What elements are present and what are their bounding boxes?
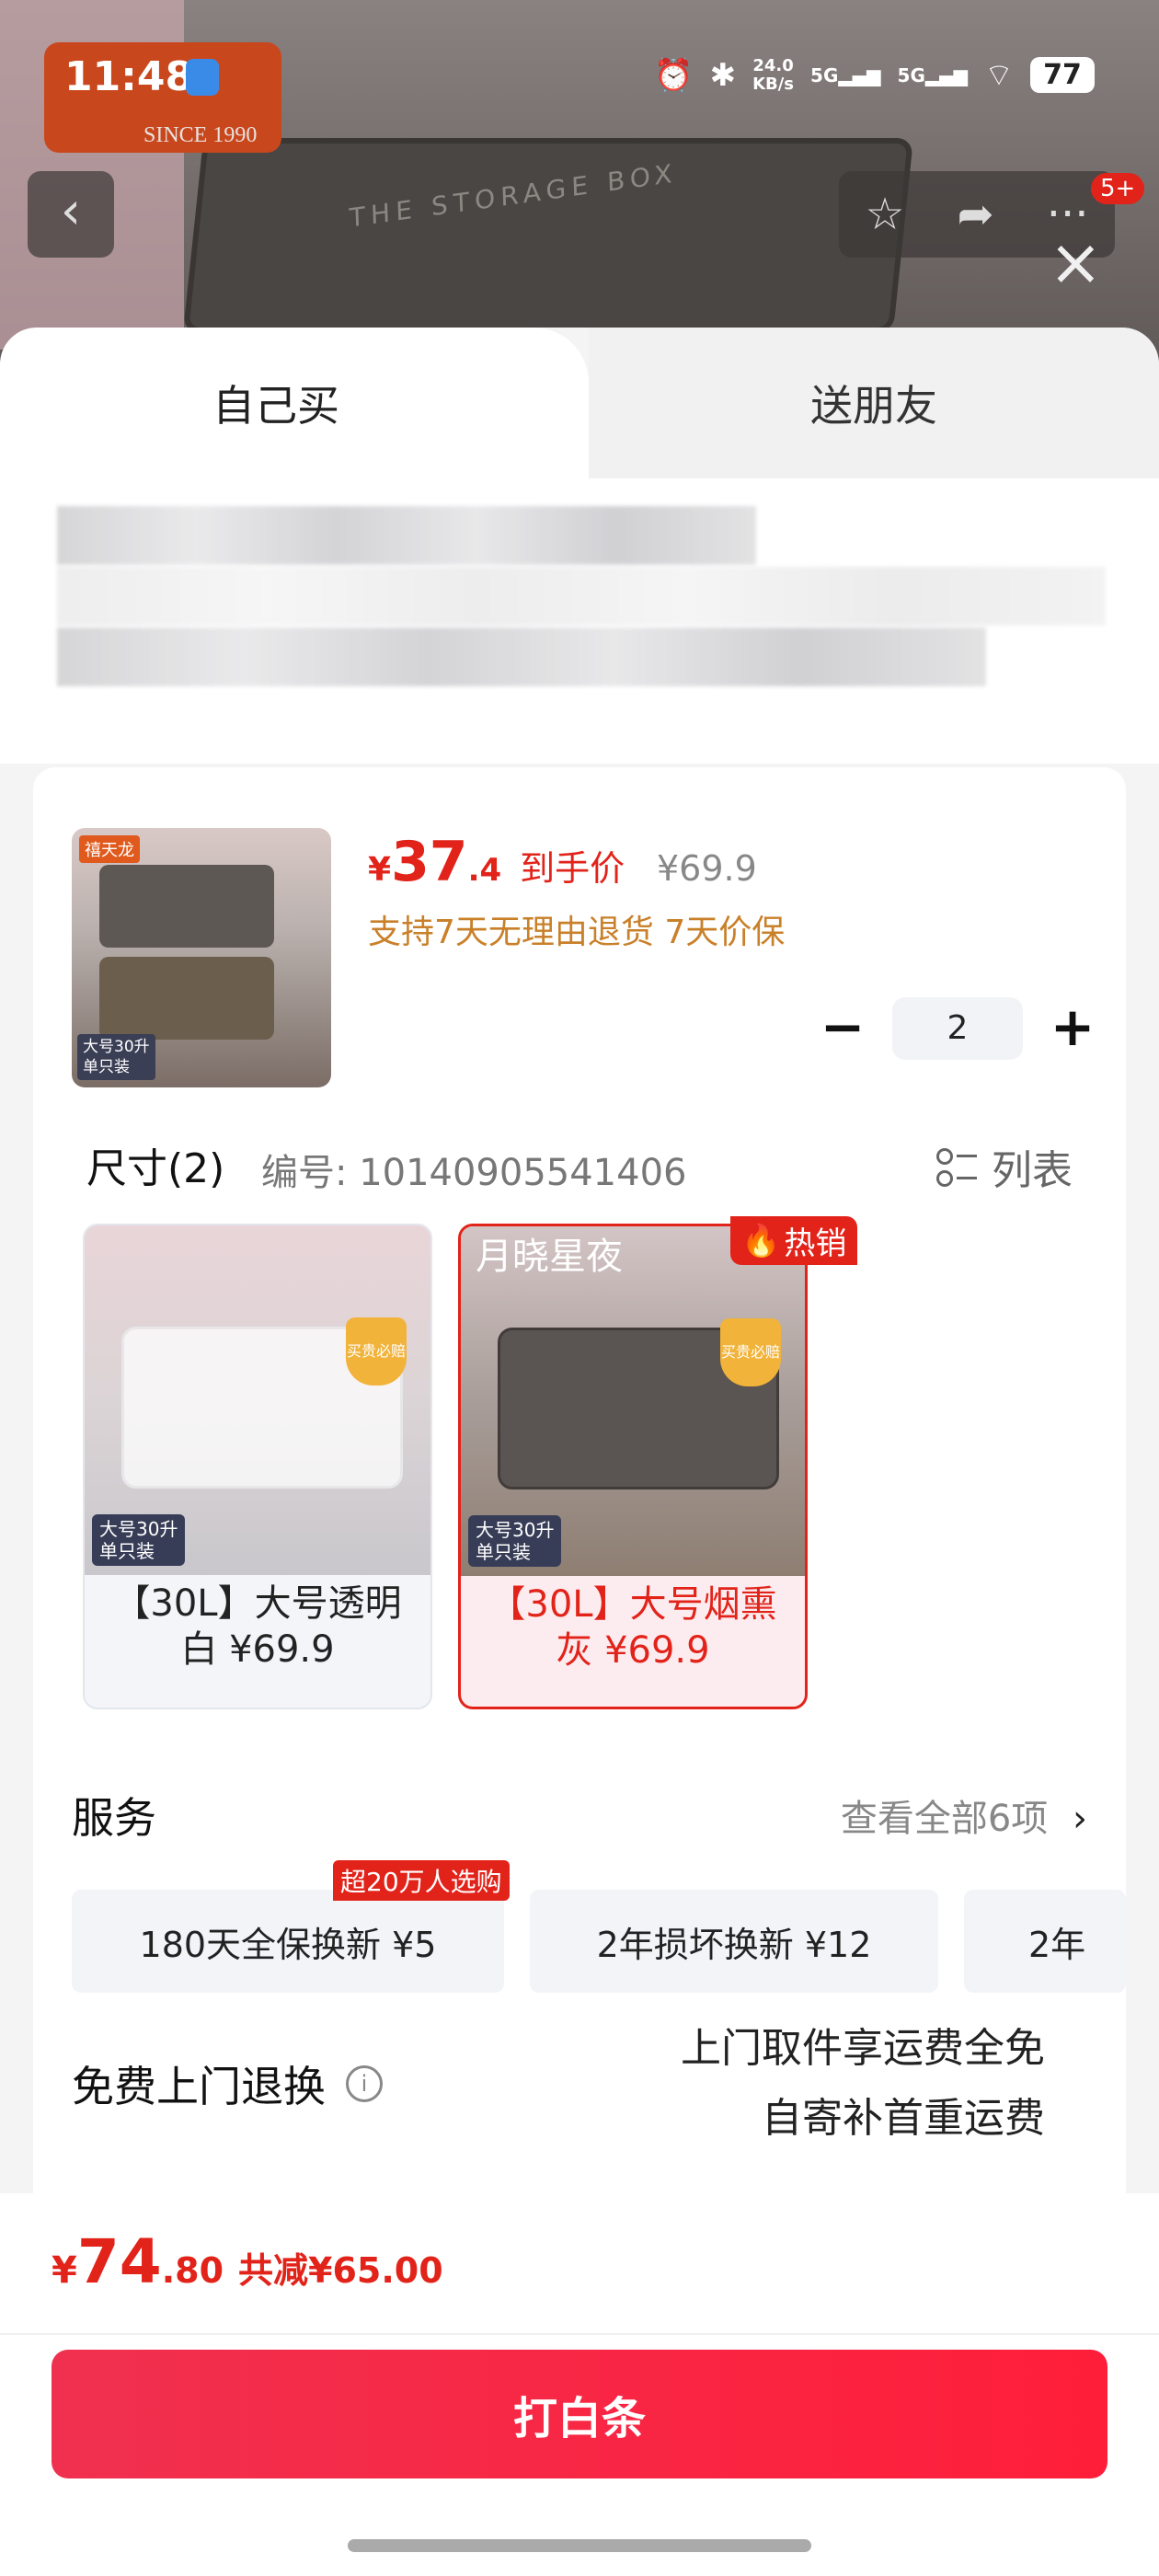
flame-icon: 🔥 bbox=[741, 1222, 781, 1259]
popular-badge: 超20万人选购 bbox=[333, 1860, 510, 1901]
tab-buy-self[interactable]: 自己买 bbox=[0, 328, 589, 478]
service-chip-180-day[interactable]: 180天全保换新 ¥5 bbox=[72, 1890, 504, 1993]
storage-box-image: THE STORAGE BOX bbox=[182, 138, 914, 333]
quantity-input[interactable]: 2 bbox=[892, 997, 1023, 1060]
redacted-line-3 bbox=[57, 627, 986, 686]
option-overlay-text: 月晓星夜 bbox=[476, 1236, 623, 1278]
service-chip-2yr-damage[interactable]: 2年损坏换新 ¥12 bbox=[530, 1890, 938, 1993]
signal-2-icon: 5G▂▄▆ bbox=[897, 63, 969, 86]
battery-indicator: 77 bbox=[1030, 57, 1095, 93]
app-notification-icon bbox=[186, 59, 219, 96]
total-integer: 74 bbox=[76, 2226, 162, 2297]
guarantee-shield-icon: 买贵必赔 bbox=[346, 1317, 407, 1386]
final-price: ¥ 37 .4 到手价 bbox=[368, 830, 625, 894]
return-self-ship-text: 自寄补首重运费 bbox=[762, 2095, 1045, 2142]
view-all-label: 查看全部6项 bbox=[840, 1798, 1049, 1840]
service-chip-2yr-partial[interactable]: 2年 bbox=[964, 1890, 1126, 1993]
guarantee-shield-icon: 买贵必赔 bbox=[720, 1318, 781, 1386]
list-icon bbox=[936, 1146, 977, 1187]
price-decimal: .4 bbox=[467, 852, 502, 889]
free-return-row: 免费上门退换 i bbox=[72, 2053, 383, 2114]
hot-sale-label: 热销 bbox=[784, 1225, 847, 1262]
total-decimal: .80 bbox=[161, 2250, 224, 2291]
chevron-right-icon: › bbox=[1073, 1798, 1087, 1840]
address-area-redacted[interactable] bbox=[0, 478, 1159, 764]
option-name: 【30L】大号透明白 ¥69.9 bbox=[113, 1582, 402, 1671]
buy-with-baitiao-button[interactable]: 打白条 bbox=[52, 2350, 1107, 2478]
network-speed-unit: KB/s bbox=[752, 74, 795, 94]
total-savings: 共减¥65.00 bbox=[238, 2250, 443, 2291]
thumb-size-label: 大号30升 单只装 bbox=[77, 1034, 155, 1080]
size-title: 尺寸(2) bbox=[86, 1145, 225, 1192]
thumb-box-bottom bbox=[99, 957, 274, 1040]
service-title: 服务 bbox=[72, 1793, 156, 1843]
checkout-footer: ¥ 74 .80 共减¥65.00 打白条 bbox=[0, 2193, 1159, 2576]
alarm-icon: ⏰ bbox=[654, 56, 694, 94]
free-return-title: 免费上门退换 bbox=[72, 2062, 326, 2111]
signal-2-label: 5G bbox=[897, 63, 925, 86]
size-option-white[interactable]: 买贵必赔 大号30升 单只装 【30L】大号透明白 ¥69.9 bbox=[83, 1224, 432, 1709]
decrease-button[interactable]: − bbox=[811, 997, 874, 1060]
lid-text: THE STORAGE BOX bbox=[349, 157, 679, 234]
option-image: 买贵必赔 大号30升 单只装 月晓星夜 bbox=[461, 1226, 805, 1576]
favorite-star-icon[interactable]: ☆ bbox=[865, 189, 904, 240]
service-view-all[interactable]: 查看全部6项 › bbox=[841, 1788, 1087, 1842]
wifi-icon: ⌔ bbox=[984, 57, 1014, 94]
option-label-line1: 大号30升 bbox=[476, 1519, 555, 1541]
share-icon[interactable]: ➦ bbox=[958, 189, 994, 240]
option-size-label: 大号30升 单只装 bbox=[468, 1515, 562, 1567]
product-code: 编号: 10140905541406 bbox=[261, 1152, 687, 1194]
option-label-line2: 单只装 bbox=[476, 1541, 531, 1563]
bluetooth-icon: ✱ bbox=[709, 56, 737, 94]
list-view-label: 列表 bbox=[992, 1147, 1073, 1194]
total-price: ¥ 74 .80 共减¥65.00 bbox=[52, 2226, 443, 2297]
network-speed-value: 24.0 bbox=[752, 55, 794, 75]
status-time: 11:48 bbox=[64, 53, 194, 100]
total-currency: ¥ bbox=[52, 2249, 77, 2292]
thumb-label-line2: 单只装 bbox=[83, 1058, 130, 1076]
redacted-line-2 bbox=[57, 567, 1106, 626]
redacted-line-1 bbox=[57, 506, 756, 565]
list-view-toggle[interactable]: 列表 bbox=[936, 1137, 1073, 1196]
guarantee-text: 支持7天无理由退货 7天价保 bbox=[368, 914, 786, 951]
thumb-label-line1: 大号30升 bbox=[83, 1038, 150, 1056]
hot-sale-badge: 🔥 热销 bbox=[730, 1216, 858, 1265]
close-icon[interactable]: × bbox=[1049, 230, 1103, 294]
info-icon[interactable]: i bbox=[346, 2065, 383, 2102]
option-label-line2: 单只装 bbox=[99, 1540, 155, 1562]
product-thumbnail[interactable]: 禧天龙 大号30升 单只装 bbox=[72, 828, 331, 1087]
brand-since: SINCE 1990 bbox=[143, 123, 258, 147]
quantity-stepper: − 2 + bbox=[811, 997, 1104, 1060]
tab-send-friend[interactable]: 送朋友 bbox=[589, 328, 1159, 478]
network-speed: 24.0 KB/s bbox=[752, 55, 795, 94]
option-name: 【30L】大号烟熏灰 ¥69.9 bbox=[488, 1583, 777, 1672]
product-card: 禧天龙 大号30升 单只装 ¥ 37 .4 到手价 ¥69.9 支持7天无理由退… bbox=[33, 767, 1126, 2350]
return-pickup-text: 上门取件享运费全免 bbox=[681, 2025, 1045, 2072]
original-price: ¥69.9 bbox=[657, 848, 757, 889]
price-label: 到手价 bbox=[520, 848, 625, 889]
status-bar: 11:48 ⏰ ✱ 24.0 KB/s 5G▂▄▆ 5G▂▄▆ ⌔ 77 bbox=[0, 52, 1159, 107]
signal-1-icon: 5G▂▄▆ bbox=[810, 63, 881, 86]
home-indicator[interactable] bbox=[348, 2539, 811, 2552]
chevron-left-icon: ‹ bbox=[60, 181, 82, 241]
price-currency: ¥ bbox=[368, 851, 392, 889]
message-badge: 5+ bbox=[1091, 173, 1145, 204]
price-integer: 37 bbox=[391, 830, 468, 894]
purchase-tabs: 送朋友 自己买 bbox=[0, 328, 1159, 478]
signal-1-label: 5G bbox=[810, 63, 839, 86]
thumb-brand-tag: 禧天龙 bbox=[79, 835, 140, 863]
footer-divider bbox=[0, 2333, 1159, 2335]
option-label-line1: 大号30升 bbox=[99, 1518, 178, 1540]
increase-button[interactable]: + bbox=[1041, 997, 1104, 1060]
back-button[interactable]: ‹ bbox=[28, 171, 114, 258]
option-image: 买贵必赔 大号30升 单只装 bbox=[85, 1225, 430, 1575]
option-size-label: 大号30升 单只装 bbox=[92, 1514, 186, 1566]
thumb-box-top bbox=[99, 865, 274, 948]
size-option-gray-selected[interactable]: 买贵必赔 大号30升 单只装 月晓星夜 【30L】大号烟熏灰 ¥69.9 bbox=[458, 1224, 808, 1709]
